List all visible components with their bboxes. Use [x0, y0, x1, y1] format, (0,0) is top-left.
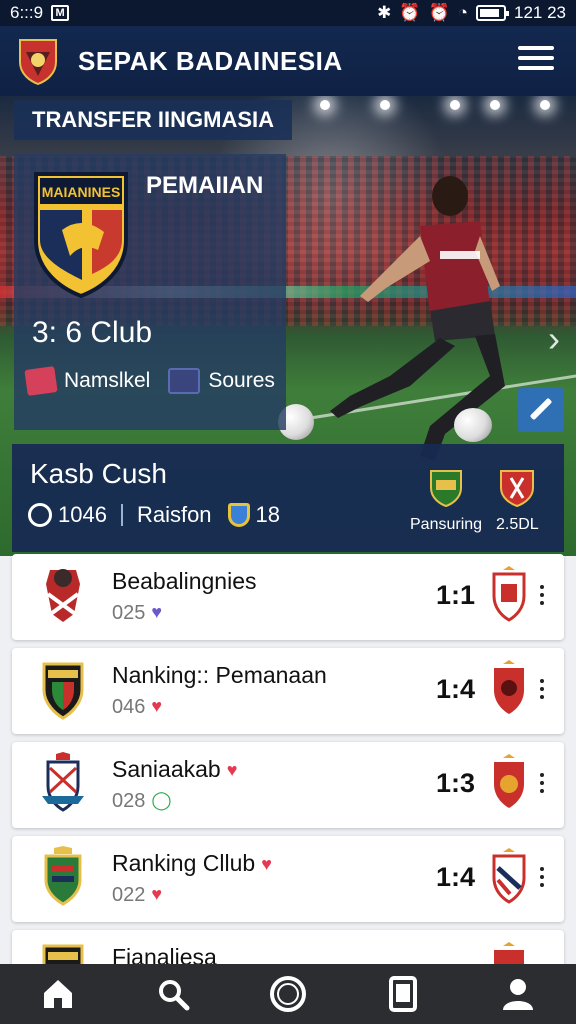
- match-side-left: Pansuring: [410, 468, 482, 534]
- list-item-name: Saniaakab ♥: [112, 756, 237, 783]
- list-item-name-text: Ranking Cllub: [112, 850, 256, 876]
- bottom-navigation: [0, 964, 576, 1024]
- notification-icon: M: [51, 5, 70, 21]
- opponent-crest-icon: [492, 848, 526, 904]
- more-options-icon[interactable]: [534, 676, 550, 706]
- list-item[interactable]: Nanking:: Pemanaan 046 ♥ 1:4: [12, 648, 564, 734]
- match-side-right: 2.5DL: [496, 468, 539, 534]
- list-item-name-text: Saniaakab: [112, 756, 221, 782]
- alarm-icon: ⏰: [399, 3, 421, 22]
- club-crest-icon: [42, 662, 84, 720]
- alarm-icon-2: ⏰: [428, 3, 450, 22]
- shield-icon: [227, 503, 250, 527]
- status-time-right: 121 23: [514, 3, 566, 22]
- match-stat-3: 18: [255, 502, 281, 527]
- ball-image-2: [454, 408, 492, 442]
- list-item-sub-text: 028: [112, 790, 146, 812]
- more-options-icon[interactable]: [534, 770, 550, 800]
- match-side-right-label: 2.5DL: [496, 516, 539, 533]
- heart-icon: ♥: [151, 696, 163, 716]
- wifi-icon: ◔: [457, 3, 468, 22]
- hero-banner: TRANSFER IINGMASIA MAIANINES PEMAIIAN 3:…: [0, 96, 576, 556]
- hamburger-menu-icon[interactable]: [518, 46, 554, 76]
- bluetooth-icon: ✱: [377, 3, 392, 22]
- opponent-crest-icon: [494, 660, 524, 714]
- match-stats: 1046 Raisfon 18: [28, 502, 280, 528]
- status-bar: 6:::9 M ✱ ⏰ ⏰ ◔ 121 23: [0, 0, 576, 26]
- list-item-name: Nanking:: Pemanaan: [112, 662, 327, 688]
- list-item[interactable]: Ranking Cllub ♥ 022 ♥ 1:4: [12, 836, 564, 922]
- match-card[interactable]: Kasb Cush 1046 Raisfon 18 Pansuring 2.5D…: [12, 444, 564, 552]
- list-item-sub: 022 ♥: [112, 884, 162, 907]
- divider: [120, 504, 123, 526]
- app-bar: SEPAK BADAINESIA: [0, 26, 576, 96]
- list-item-score: 1:3: [436, 768, 476, 798]
- profile-icon[interactable]: [490, 969, 546, 1019]
- match-title: Kasb Cush: [30, 458, 167, 489]
- home-icon[interactable]: [30, 969, 86, 1019]
- status-time-left: 6:::9: [10, 3, 44, 22]
- club-meta-right: Soures: [208, 369, 275, 392]
- team-crest-icon: [430, 470, 463, 508]
- chevron-right-icon[interactable]: ›: [548, 318, 560, 360]
- list-item-name: Ranking Cllub ♥: [112, 850, 272, 877]
- list-item-score: 1:1: [436, 580, 476, 610]
- list-item-score: 1:4: [436, 862, 476, 892]
- team-crest-icon: [500, 470, 535, 508]
- tag-icon: [24, 366, 58, 396]
- heart-icon: ♥: [226, 760, 238, 780]
- more-options-icon[interactable]: [534, 582, 550, 612]
- edit-icon[interactable]: [518, 388, 564, 432]
- club-crest-icon: MAIANINES: [34, 172, 128, 298]
- list-item-sub-text: 025: [112, 602, 146, 624]
- opponent-crest-icon: [492, 566, 526, 622]
- heart-icon: ♥: [151, 884, 163, 904]
- list-item-sub: 025 ♥: [112, 602, 162, 625]
- more-options-icon[interactable]: [534, 864, 550, 894]
- club-card-title: PEMAIIAN: [146, 172, 264, 199]
- stadium-lights: [290, 96, 576, 116]
- opponent-crest-icon: [494, 754, 524, 808]
- heart-icon: ♥: [261, 854, 272, 874]
- app-logo-icon: [19, 39, 57, 86]
- list-item-sub-text: 046: [112, 696, 146, 718]
- app-screen: 6:::9 M ✱ ⏰ ⏰ ◔ 121 23 SEPAK BADAINESIA: [0, 0, 576, 1024]
- coin-icon: [28, 503, 52, 527]
- club-meta: Namslkel Soures: [24, 366, 275, 396]
- list-item-sub: 028 ◯: [112, 790, 172, 813]
- tablet-icon[interactable]: [375, 969, 431, 1019]
- club-meta-left: Namslkel: [64, 369, 151, 392]
- list-item[interactable]: Saniaakab ♥ 028 ◯ 1:3: [12, 742, 564, 828]
- club-crest-icon: [44, 846, 82, 906]
- list-item-sub: 046 ♥: [112, 696, 162, 719]
- club-crest-icon: [42, 752, 84, 812]
- circle-icon[interactable]: [260, 969, 316, 1019]
- club-card[interactable]: MAIANINES PEMAIIAN 3: 6 Club Namslkel So…: [14, 154, 286, 430]
- match-stat-2: Raisfon: [136, 502, 212, 527]
- heart-icon: ♥: [151, 602, 163, 622]
- match-stat-1: 1046: [58, 502, 107, 527]
- app-title: SEPAK BADAINESIA: [78, 45, 343, 76]
- battery-icon: [476, 5, 509, 21]
- hero-label: TRANSFER IINGMASIA: [14, 100, 292, 140]
- list-item-sub-text: 022: [112, 884, 146, 906]
- club-card-name: 3: 6 Club: [32, 316, 153, 349]
- club-crest-text: MAIANINES: [42, 184, 121, 200]
- location-icon: ◯: [151, 790, 172, 810]
- cube-icon: [168, 368, 201, 394]
- club-crest-icon: [46, 569, 80, 622]
- list-item[interactable]: Beabalingnies 025 ♥ 1:1: [12, 554, 564, 640]
- search-icon[interactable]: [145, 969, 201, 1019]
- list-item-score: 1:4: [436, 674, 476, 704]
- list-item-name: Beabalingnies: [112, 568, 257, 594]
- match-side-left-label: Pansuring: [410, 516, 483, 533]
